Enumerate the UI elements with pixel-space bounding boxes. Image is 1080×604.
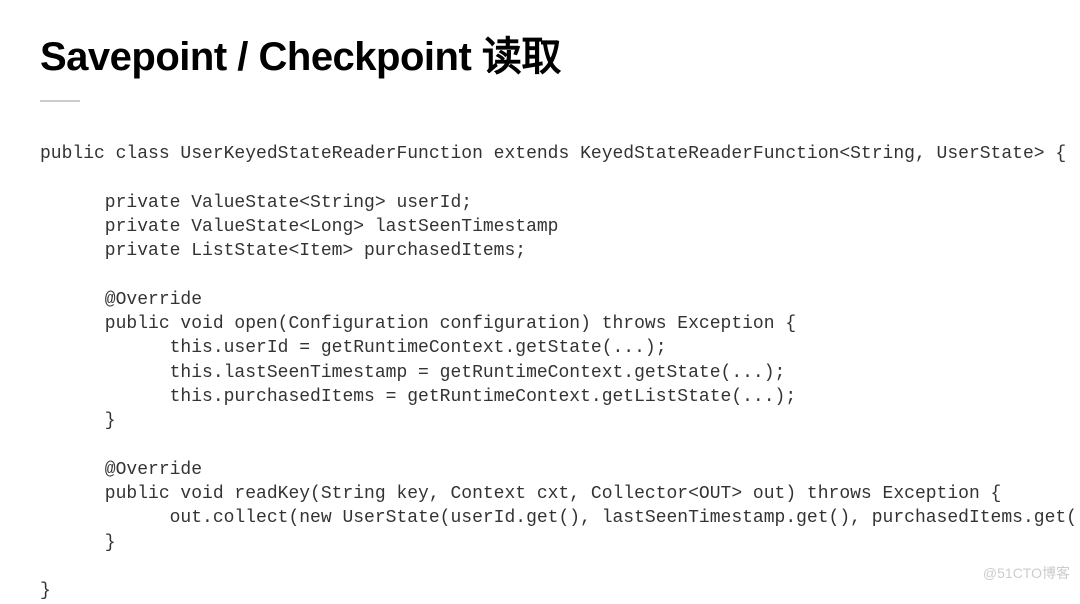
slide-title: Savepoint / Checkpoint 读取: [40, 24, 1040, 82]
slide-container: Savepoint / Checkpoint 读取 public class U…: [0, 0, 1080, 604]
code-block: public class UserKeyedStateReaderFunctio…: [40, 142, 1040, 604]
title-underline: [40, 100, 80, 102]
watermark: @51CTO博客: [983, 563, 1070, 583]
